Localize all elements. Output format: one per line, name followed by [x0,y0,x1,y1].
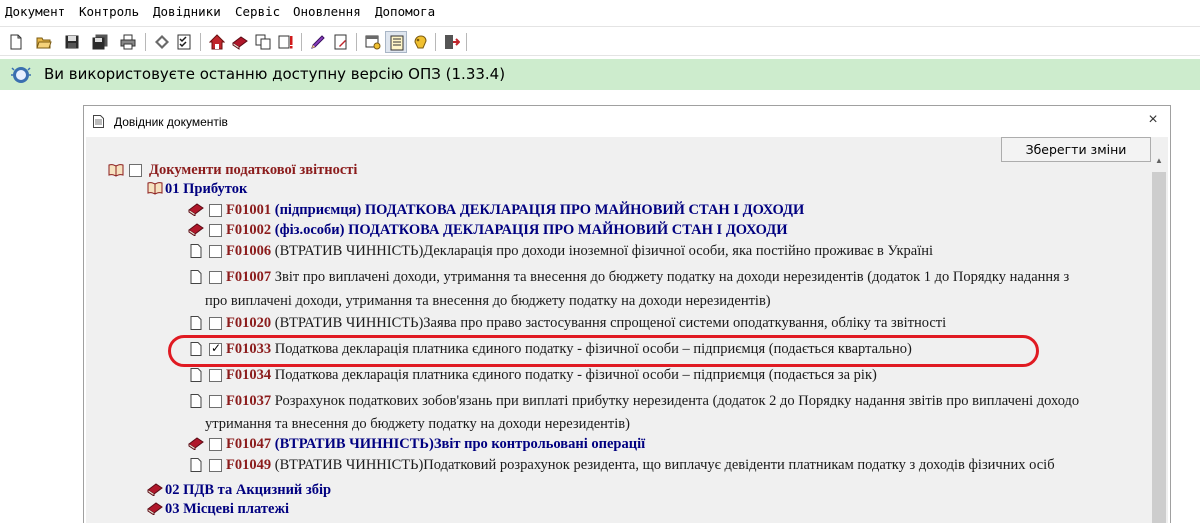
tree-item-f01037-line2: утримання та внесення до бюджету податку… [205,416,630,432]
toolbar-separator [200,33,201,51]
toolbar-separator [466,33,467,51]
save-all-icon[interactable] [89,31,111,53]
red-book-icon [147,502,163,515]
alert-icon[interactable] [275,31,297,53]
document-edit-icon[interactable] [330,31,352,53]
menu-control[interactable]: Контроль [79,4,139,19]
save-changes-button[interactable]: Зберегти зміни [1001,137,1151,162]
open-book-icon [147,182,163,195]
toolbar-separator [145,33,146,51]
red-book-icon [147,483,163,496]
checklist-icon[interactable] [173,31,195,53]
checkbox-f01020[interactable] [209,317,222,330]
info-text: Ви використовуєте останню доступну версі… [44,65,506,83]
pen-tool-icon[interactable] [307,31,329,53]
tree-item-f01037[interactable]: F01037 Розрахунок податкових зобов'язань… [226,393,1079,410]
scrollbar-thumb[interactable] [1152,172,1166,523]
tree-item-f01034[interactable]: F01034 Податкова декларація платника єди… [226,367,877,384]
toolbar [0,26,1200,56]
scroll-up-icon[interactable]: ▲ [1152,153,1166,169]
dialog-title: Довідник документів [114,115,228,129]
tree-root-label[interactable]: Документи податкової звітності [149,162,357,179]
hand-icon[interactable] [409,31,431,53]
diamond-tool-icon[interactable] [151,31,173,53]
menu-document[interactable]: Документ [5,4,65,19]
page-icon [190,394,202,408]
checkbox-f01049[interactable] [209,459,222,472]
print-icon[interactable] [117,31,139,53]
red-book-icon[interactable] [229,31,251,53]
open-book-icon [108,164,124,177]
directory-icon[interactable] [385,31,407,53]
checkbox-f01034[interactable] [209,369,222,382]
settings-window-icon[interactable] [362,31,384,53]
tree-item-f01002[interactable]: F01002 (фіз.особи) ПОДАТКОВА ДЕКЛАРАЦІЯ … [226,222,788,239]
tree-item-f01006[interactable]: F01006 (ВТРАТИВ ЧИННІСТЬ)Декларація про … [226,243,933,260]
checkbox-f01001[interactable] [209,204,222,217]
checkbox-f01007[interactable] [209,271,222,284]
home-icon[interactable] [206,31,228,53]
toolbar-separator [301,33,302,51]
menu-service[interactable]: Сервіс [235,4,280,19]
checkbox-f01006[interactable] [209,245,222,258]
tree-item-f01007[interactable]: F01007 Звіт про виплачені доходи, утрима… [226,269,1069,286]
toolbar-separator [435,33,436,51]
tree-item-f01049[interactable]: F01049 (ВТРАТИВ ЧИННІСТЬ)Податковий розр… [226,457,1055,474]
close-icon[interactable]: × [1145,112,1161,128]
tree-group-vat[interactable]: 02 ПДВ та Акцизний збір [165,482,331,499]
page-icon [190,244,202,258]
toolbar-separator [356,33,357,51]
red-highlight-ellipse [168,335,1039,367]
tree-group-profit[interactable]: 01 Прибуток [165,181,247,198]
open-folder-icon[interactable] [33,31,55,53]
dialog-title-bar: Довідник документів × [84,106,1170,136]
tree-group-local-payments[interactable]: 03 Місцеві платежі [165,501,289,518]
menu-help[interactable]: Допомога [375,4,435,19]
tree-item-f01007-line2: про виплачені доходи, утримання та внесе… [205,293,771,309]
copy-documents-icon[interactable] [252,31,274,53]
red-book-icon [188,223,204,236]
tree-item-f01047[interactable]: F01047 (ВТРАТИВ ЧИННІСТЬ)Звіт про контро… [226,436,645,453]
save-icon[interactable] [61,31,83,53]
checkbox-f01037[interactable] [209,395,222,408]
tree-item-f01020[interactable]: F01020 (ВТРАТИВ ЧИННІСТЬ)Заява про право… [226,315,946,332]
exit-icon[interactable] [441,31,463,53]
red-book-icon [188,203,204,216]
document-icon [93,115,104,128]
menu-bar: Документ Контроль Довідники Сервіс Оновл… [0,0,1200,24]
new-document-icon[interactable] [5,31,27,53]
checkbox-f01002[interactable] [209,224,222,237]
checkbox-f01047[interactable] [209,438,222,451]
info-icon [11,67,31,83]
page-icon [190,316,202,330]
page-icon [190,458,202,472]
menu-directories[interactable]: Довідники [153,4,221,19]
info-bar: Ви використовуєте останню доступну версі… [0,59,1200,90]
red-book-icon [188,437,204,450]
page-icon [190,270,202,284]
menu-updates[interactable]: Оновлення [293,4,361,19]
page-icon [190,368,202,382]
root-checkbox[interactable] [129,164,142,177]
tree-item-f01001[interactable]: F01001 (підприємця) ПОДАТКОВА ДЕКЛАРАЦІЯ… [226,202,804,219]
